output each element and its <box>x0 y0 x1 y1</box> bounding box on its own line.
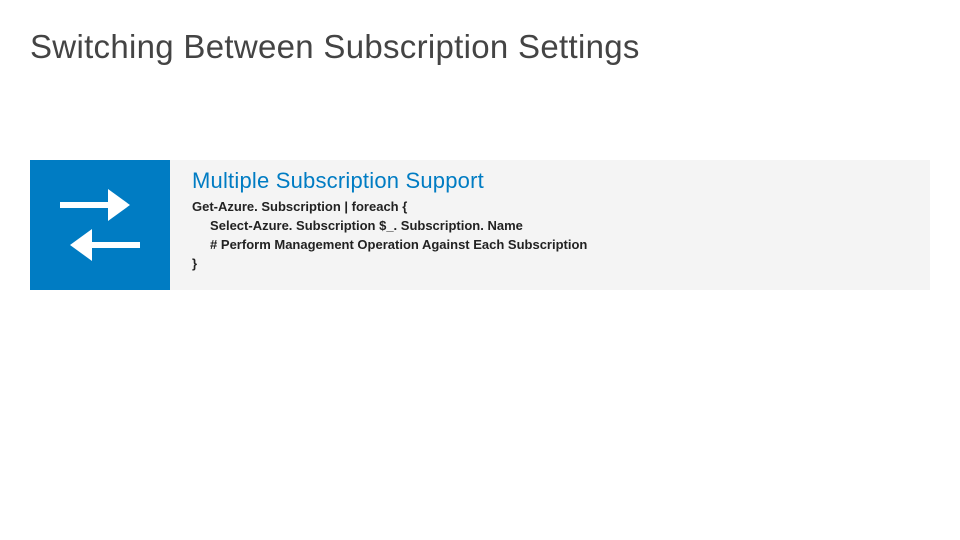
code-line: # Perform Management Operation Against E… <box>192 237 587 252</box>
code-line: Get-Azure. Subscription | foreach { <box>192 199 407 214</box>
slide: Switching Between Subscription Settings … <box>0 0 960 540</box>
page-title: Switching Between Subscription Settings <box>30 28 640 66</box>
code-block: Get-Azure. Subscription | foreach { Sele… <box>192 198 908 273</box>
sync-arrows-icon <box>30 160 170 290</box>
panel-heading: Multiple Subscription Support <box>192 168 908 194</box>
panel-body: Multiple Subscription Support Get-Azure.… <box>170 160 930 290</box>
code-line: Select-Azure. Subscription $_. Subscript… <box>192 218 523 233</box>
content-panel: Multiple Subscription Support Get-Azure.… <box>30 160 930 290</box>
code-line: } <box>192 256 197 271</box>
